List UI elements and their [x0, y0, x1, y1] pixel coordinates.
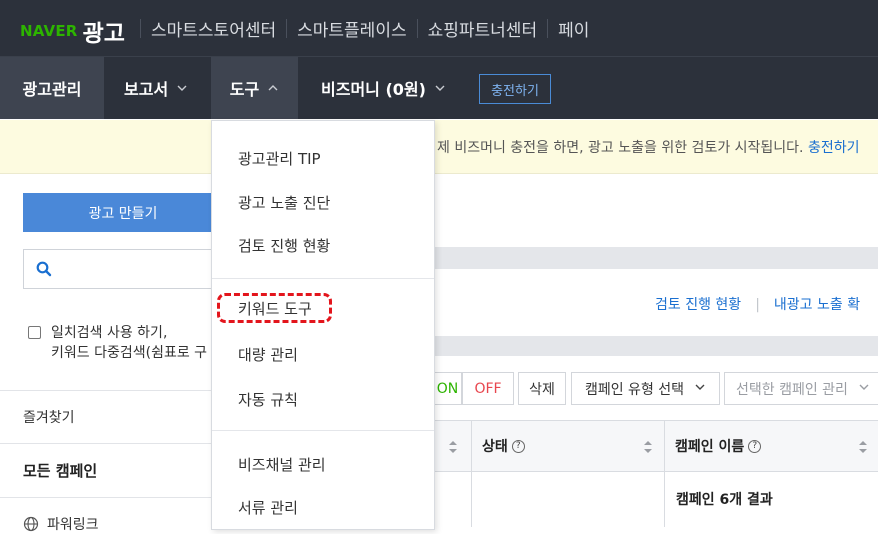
- on-button[interactable]: ON: [434, 372, 462, 405]
- ad-logo-text: 광고: [82, 21, 125, 47]
- help-icon[interactable]: ?: [748, 439, 762, 453]
- divider: [471, 421, 472, 471]
- chevron-down-icon: [858, 381, 870, 397]
- exact-match-label: 일치검색 사용 하기, 키워드 다중검색(쉼표로 구: [51, 323, 207, 363]
- notice-bar: 제 비즈머니 충전을 하면, 광고 노출을 위한 검토가 시작됩니다. 충전하기: [0, 120, 878, 174]
- ad-exposure-link[interactable]: 내광고 노출 확: [774, 297, 860, 313]
- left-sidebar: 광고 만들기 일치검색 사용 하기, 키워드 다중검색(쉼표로 구 즐겨찾기 모…: [0, 175, 223, 533]
- divider: [140, 18, 141, 38]
- nav-tools[interactable]: 도구: [211, 57, 298, 119]
- campaign-type-select[interactable]: 캠페인 유형 선택: [571, 372, 720, 405]
- menu-item-review-status[interactable]: 검토 진행 현황: [238, 235, 330, 256]
- main-links: 검토 진행 현황 | 내광고 노출 확: [655, 294, 860, 314]
- service-link-pay[interactable]: 페이: [554, 16, 593, 41]
- divider: [664, 421, 665, 471]
- nav-ad-manage[interactable]: 광고관리: [0, 57, 104, 119]
- top-brand-bar: NAVER 광고 스마트스토어센터 스마트플레이스 쇼핑파트너센터 페이: [0, 0, 878, 56]
- column-campaign-name-label: 캠페인 이름: [675, 439, 745, 455]
- naver-ad-logo[interactable]: NAVER 광고: [20, 14, 125, 48]
- divider: [471, 472, 472, 527]
- nav-biz-money[interactable]: 비즈머니 (0원): [321, 57, 446, 119]
- help-icon[interactable]: ?: [511, 439, 525, 453]
- column-status-label: 상태: [482, 439, 508, 455]
- divider: [212, 278, 434, 279]
- campaign-table-header: 상태 ? 캠페인 이름 ?: [434, 420, 878, 472]
- divider: [547, 18, 549, 38]
- chevron-up-icon: [267, 82, 279, 94]
- divider: [664, 472, 665, 527]
- nav-biz-money-label: 비즈머니 (0원): [321, 80, 426, 99]
- menu-item-document-manage[interactable]: 서류 관리: [238, 497, 298, 518]
- notice-charge-link[interactable]: 충전하기: [808, 140, 860, 156]
- menu-item-keyword-tool[interactable]: 키워드 도구: [238, 298, 312, 319]
- tools-dropdown-menu: 광고관리 TIP 광고 노출 진단 검토 진행 현황 키워드 도구 대량 관리 …: [211, 120, 435, 530]
- divider: [0, 497, 211, 498]
- main-nav-bar: 광고관리 보고서 도구 비즈머니 (0원) 충전하기: [0, 56, 878, 119]
- menu-item-ad-manage-tip[interactable]: 광고관리 TIP: [238, 148, 321, 169]
- chevron-down-icon: [176, 82, 188, 94]
- divider: |: [755, 297, 760, 313]
- divider: [416, 18, 418, 38]
- column-campaign-name[interactable]: 캠페인 이름 ?: [675, 421, 762, 471]
- campaign-type-select-label: 캠페인 유형 선택: [584, 381, 685, 398]
- notice-text: 제 비즈머니 충전을 하면, 광고 노출을 위한 검토가 시작됩니다. 충전하기: [437, 137, 859, 157]
- selected-campaign-manage-select[interactable]: 선택한 캠페인 관리: [724, 372, 878, 405]
- all-campaigns-item[interactable]: 모든 캠페인: [23, 460, 97, 481]
- menu-item-ad-exposure-diagnosis[interactable]: 광고 노출 진단: [238, 192, 330, 213]
- nav-ad-manage-label: 광고관리: [22, 80, 82, 99]
- header-band: [434, 336, 878, 356]
- divider: [286, 18, 288, 38]
- nav-report[interactable]: 보고서: [124, 57, 188, 119]
- campaign-result-count: 캠페인 6개 결과: [676, 492, 773, 508]
- selected-campaign-manage-label: 선택한 캠페인 관리: [736, 381, 848, 398]
- service-nav: 스마트스토어센터 스마트플레이스 쇼핑파트너센터 페이: [134, 0, 593, 56]
- menu-item-biz-channel-manage[interactable]: 비즈채널 관리: [238, 454, 326, 475]
- column-status[interactable]: 상태 ?: [482, 421, 525, 471]
- off-button[interactable]: OFF: [462, 372, 514, 405]
- nav-tools-label: 도구: [229, 80, 260, 99]
- service-link-shopping-partner[interactable]: 쇼핑파트너센터: [424, 16, 541, 41]
- powerlink-item[interactable]: 파워링크: [23, 514, 99, 534]
- exact-match-option: 일치검색 사용 하기, 키워드 다중검색(쉼표로 구: [28, 323, 207, 363]
- divider: [0, 443, 211, 444]
- chevron-down-icon: [434, 82, 446, 94]
- charge-button[interactable]: 충전하기: [479, 74, 551, 104]
- review-status-link[interactable]: 검토 진행 현황: [655, 297, 741, 313]
- divider: [0, 390, 211, 391]
- divider: [212, 430, 434, 431]
- menu-item-auto-rules[interactable]: 자동 규칙: [238, 389, 298, 410]
- sort-icon[interactable]: [448, 439, 458, 458]
- powerlink-label: 파워링크: [47, 517, 99, 533]
- search-icon: [36, 261, 52, 281]
- delete-button[interactable]: 삭제: [518, 372, 566, 405]
- exact-match-label-line1: 일치검색 사용 하기,: [51, 325, 168, 341]
- chevron-down-icon: [694, 381, 706, 397]
- exact-match-checkbox[interactable]: [28, 326, 41, 339]
- naver-logo-text: NAVER: [20, 22, 78, 40]
- campaign-search-input[interactable]: [23, 249, 223, 289]
- header-band: [434, 247, 878, 269]
- create-ad-button[interactable]: 광고 만들기: [23, 193, 223, 232]
- sort-icon[interactable]: [858, 439, 868, 458]
- favorites-item[interactable]: 즐겨찾기: [23, 407, 75, 427]
- notice-message: 제 비즈머니 충전을 하면, 광고 노출을 위한 검토가 시작됩니다.: [437, 140, 808, 156]
- service-link-smartplace[interactable]: 스마트플레이스: [293, 16, 410, 41]
- menu-item-bulk-manage[interactable]: 대량 관리: [238, 344, 298, 365]
- service-link-smartstore[interactable]: 스마트스토어센터: [147, 16, 280, 41]
- sort-icon[interactable]: [643, 439, 653, 458]
- nav-report-label: 보고서: [124, 80, 169, 99]
- globe-icon: [23, 516, 39, 532]
- exact-match-label-line2: 키워드 다중검색(쉼표로 구: [51, 345, 208, 361]
